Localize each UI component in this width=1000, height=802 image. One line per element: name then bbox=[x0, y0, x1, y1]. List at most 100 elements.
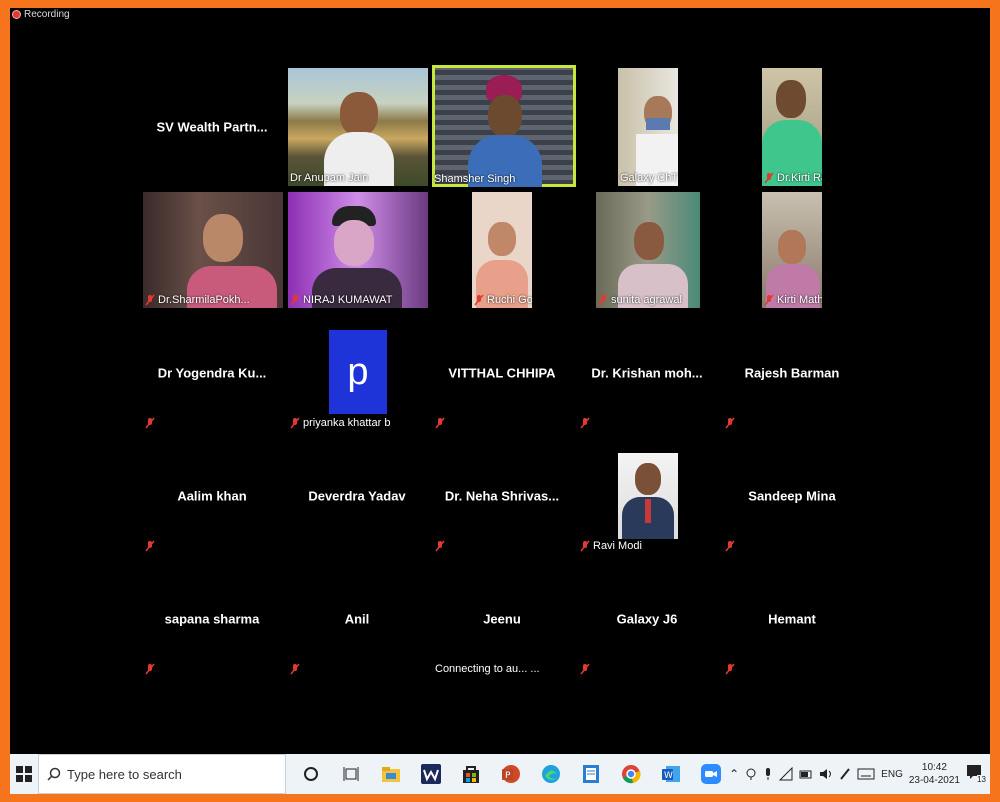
participant-tile[interactable]: Aalim khan bbox=[143, 437, 281, 555]
system-tray: ⌃ ENG 10:42 23-04-2021 13 bbox=[729, 754, 990, 794]
chrome-icon[interactable] bbox=[616, 754, 646, 794]
recording-label: Recording bbox=[24, 9, 70, 20]
clock[interactable]: 10:42 23-04-2021 bbox=[909, 761, 960, 787]
word-icon[interactable]: W bbox=[656, 754, 686, 794]
volume-icon[interactable] bbox=[819, 767, 833, 781]
participant-tile[interactable]: Dr. Krishan moh... bbox=[578, 314, 716, 432]
participant-name: Rajesh Barman bbox=[744, 365, 840, 381]
participant-name: Dr Anupam Jain bbox=[290, 172, 369, 184]
participant-tile[interactable]: Anil bbox=[288, 560, 426, 678]
participant-name: Sandeep Mina bbox=[748, 488, 836, 504]
participant-video[interactable]: Dr Anupam Jain bbox=[288, 68, 428, 186]
participant-tile[interactable]: Rajesh Barman bbox=[723, 314, 861, 432]
participant-name: Deverdra Yadav bbox=[308, 488, 406, 504]
face-image bbox=[778, 230, 806, 264]
participant-video[interactable]: sunita agrawal bbox=[596, 192, 700, 308]
mask-image bbox=[646, 118, 670, 130]
svg-text:P: P bbox=[505, 771, 511, 781]
participant-video[interactable]: Ruchi Goyal bbox=[472, 192, 532, 308]
mic-muted-icon bbox=[290, 294, 300, 306]
mic-muted-icon bbox=[725, 417, 735, 429]
microphone-icon[interactable] bbox=[763, 767, 773, 781]
clock-date: 23-04-2021 bbox=[908, 775, 960, 786]
mic-muted-icon bbox=[598, 294, 608, 306]
participant-name: Dr.Kirti Rawat bbox=[777, 172, 822, 184]
pen-icon[interactable] bbox=[839, 767, 851, 781]
participant-video[interactable]: Dr.Kirti Rawat bbox=[762, 68, 822, 186]
mic-muted-icon bbox=[580, 540, 590, 552]
windows-logo-icon bbox=[16, 766, 32, 782]
participant-video[interactable]: Kirti Mathur bbox=[762, 192, 822, 308]
mic-muted-icon bbox=[764, 294, 774, 306]
participant-video[interactable]: NIRAJ KUMAWAT bbox=[288, 192, 428, 308]
avatar: p bbox=[329, 330, 387, 414]
participant-name: NIRAJ KUMAWAT bbox=[303, 294, 393, 306]
face-image bbox=[635, 463, 661, 495]
participant-tile[interactable]: VITTHAL CHHIPA bbox=[433, 314, 571, 432]
participant-name: Anil bbox=[344, 611, 370, 627]
notepad-icon[interactable] bbox=[576, 754, 606, 794]
mic-muted-icon bbox=[580, 663, 590, 675]
participant-tile[interactable]: SV Wealth Partn... bbox=[143, 68, 281, 186]
store-icon[interactable] bbox=[456, 754, 486, 794]
participant-name: Hemant bbox=[768, 611, 816, 627]
powerpoint-icon[interactable]: P bbox=[496, 754, 526, 794]
clock-time: 10:42 bbox=[921, 762, 947, 773]
participant-name: Dr. Krishan moh... bbox=[591, 365, 703, 381]
participant-tile[interactable]: Dr. Neha Shrivas... bbox=[433, 437, 571, 555]
audio-connecting-status: Connecting to au... ... bbox=[435, 663, 540, 675]
zoom-gallery-view: Recording SV Wealth Partn... Dr Anupam J… bbox=[10, 8, 990, 754]
participant-video[interactable]: Dr.SharmilaPokh... bbox=[143, 192, 283, 308]
participant-name: Dr.SharmilaPokh... bbox=[158, 294, 250, 306]
participant-name: Dr Yogendra Ku... bbox=[157, 365, 267, 381]
task-view-icon[interactable] bbox=[336, 754, 366, 794]
participant-name: Kirti Mathur bbox=[777, 294, 822, 306]
participant-name: SV Wealth Partn... bbox=[156, 119, 268, 135]
mic-muted-icon bbox=[290, 417, 300, 429]
mic-muted-icon bbox=[474, 294, 484, 306]
participant-tile[interactable]: Galaxy J6 bbox=[578, 560, 716, 678]
search-icon bbox=[47, 767, 61, 781]
meet-now-icon[interactable] bbox=[745, 767, 757, 781]
taskbar-search-box[interactable]: Type here to search bbox=[38, 754, 286, 794]
battery-icon[interactable] bbox=[799, 767, 813, 781]
language-indicator[interactable]: ENG bbox=[881, 769, 903, 780]
participant-tile[interactable]: Deverdra Yadav bbox=[288, 437, 426, 555]
mic-muted-icon bbox=[145, 294, 155, 306]
participant-tile[interactable]: Jeenu Connecting to au... ... bbox=[433, 560, 571, 678]
file-explorer-icon[interactable] bbox=[376, 754, 406, 794]
participant-name: Galaxy J6 bbox=[616, 611, 678, 627]
touch-keyboard-icon[interactable] bbox=[857, 768, 875, 780]
mic-muted-icon bbox=[290, 663, 300, 675]
winamp-icon[interactable] bbox=[416, 754, 446, 794]
participant-tile[interactable]: Ravi Modi bbox=[578, 437, 716, 555]
notification-center-button[interactable]: 13 bbox=[966, 764, 986, 784]
mic-muted-icon bbox=[435, 540, 445, 552]
svg-text:W: W bbox=[664, 771, 673, 781]
participant-video[interactable]: Galaxy ChT Pro bbox=[618, 68, 678, 186]
network-icon[interactable] bbox=[779, 767, 793, 781]
cortana-icon[interactable] bbox=[296, 754, 326, 794]
participant-photo bbox=[618, 453, 678, 539]
search-placeholder: Type here to search bbox=[67, 766, 182, 782]
mic-muted-icon bbox=[725, 540, 735, 552]
face-image bbox=[488, 222, 516, 256]
face-image bbox=[340, 92, 378, 136]
tie-image bbox=[645, 499, 651, 523]
show-hidden-icons-chevron-icon[interactable]: ⌃ bbox=[729, 767, 739, 781]
participant-video-active-speaker[interactable]: Shamsher Singh bbox=[432, 65, 576, 187]
start-button[interactable] bbox=[10, 754, 38, 794]
participant-tile[interactable]: Hemant bbox=[723, 560, 861, 678]
participant-tile[interactable]: p priyanka khattar b bbox=[288, 314, 426, 432]
participant-name: Shamsher Singh bbox=[434, 173, 516, 185]
zoom-icon[interactable] bbox=[696, 754, 726, 794]
face-image bbox=[634, 222, 664, 260]
face-image bbox=[776, 80, 806, 118]
participant-tile[interactable]: Dr Yogendra Ku... bbox=[143, 314, 281, 432]
participant-tile[interactable]: sapana sharma bbox=[143, 560, 281, 678]
participant-name: sapana sharma bbox=[164, 611, 260, 627]
participant-tile[interactable]: Sandeep Mina bbox=[723, 437, 861, 555]
recording-indicator[interactable]: Recording bbox=[12, 9, 70, 20]
record-icon bbox=[12, 10, 21, 19]
edge-icon[interactable] bbox=[536, 754, 566, 794]
